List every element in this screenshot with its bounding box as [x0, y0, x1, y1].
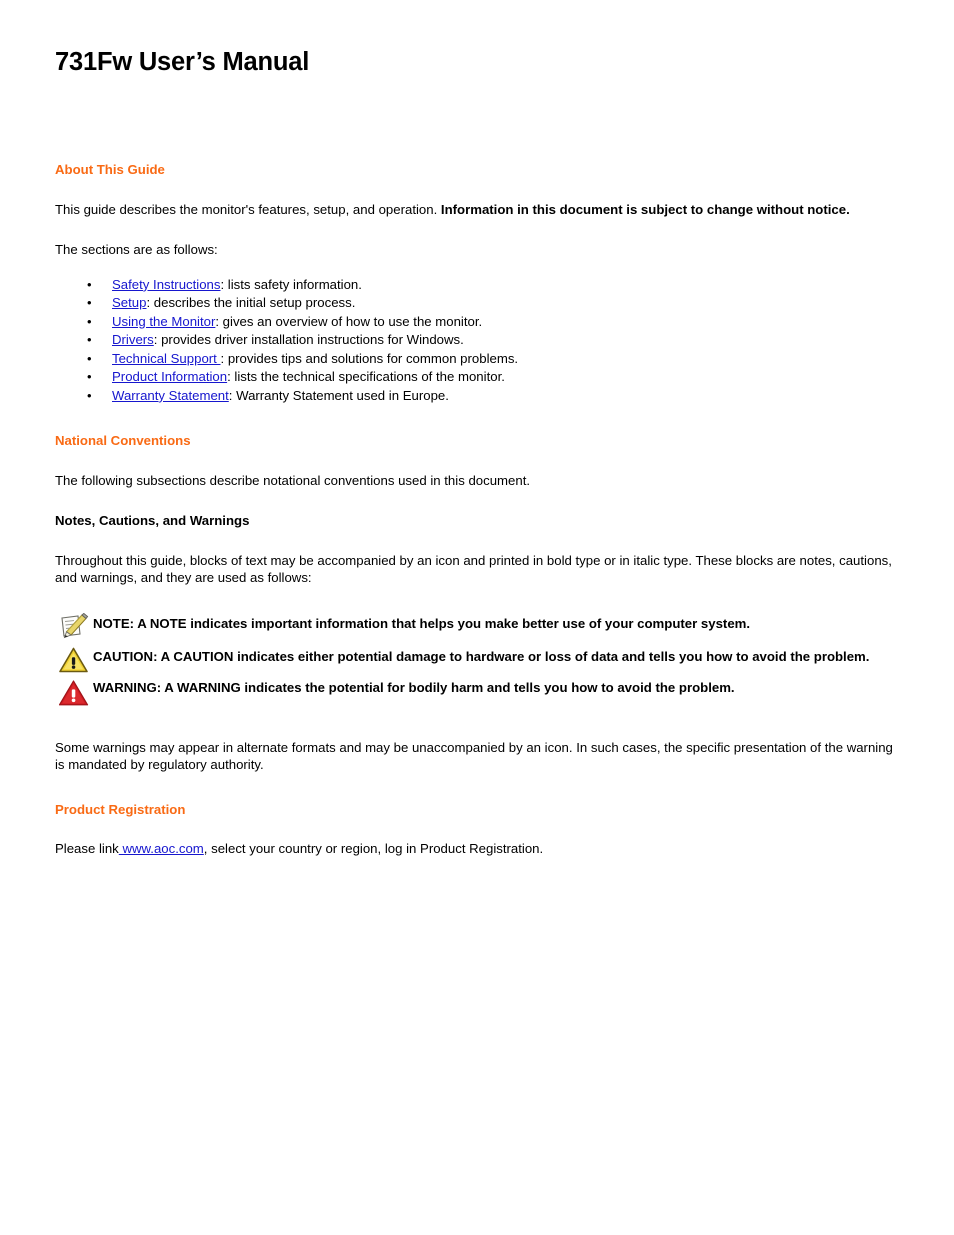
link-technical-support[interactable]: Technical Support: [112, 351, 221, 366]
list-item-text: : gives an overview of how to use the mo…: [215, 313, 483, 329]
list-item-text: : provides tips and solutions for common…: [220, 350, 519, 366]
list-item: • Safety Instructions: lists safety infor…: [87, 276, 900, 295]
link-safety-instructions[interactable]: Safety Instructions: [112, 277, 220, 292]
section-heading-national-conventions: National Conventions: [55, 433, 191, 449]
bullet-icon: •: [87, 313, 92, 329]
warning-triangle-icon: [58, 679, 89, 707]
notice-text-caution: CAUTION: A CAUTION indicates either pote…: [93, 648, 870, 664]
list-item-text: : provides driver installation instructi…: [153, 332, 464, 348]
bullet-icon: •: [87, 295, 92, 311]
link-setup[interactable]: Setup: [112, 295, 146, 310]
caution-triangle-icon: [59, 646, 89, 674]
document-content: 731Fw User’s Manual About This Guide Thi…: [55, 48, 900, 858]
link-product-information[interactable]: Product Information: [112, 369, 227, 384]
national-conventions-intro: The following subsections describe notat…: [55, 473, 531, 489]
warnings-closing-paragraph: Some warnings may appear in alternate fo…: [55, 739, 893, 772]
notice-row-warning: WARNING: A WARNING indicates the potenti…: [55, 679, 900, 707]
list-item: • Technical Support : provides tips and s…: [87, 350, 900, 369]
list-item-text: : Warranty Statement used in Europe.: [228, 387, 449, 403]
bullet-icon: •: [87, 332, 92, 348]
sections-lead-paragraph: The sections are as follows:: [55, 242, 218, 258]
link-using-the-monitor[interactable]: Using the Monitor: [112, 314, 215, 329]
bullet-icon: •: [87, 387, 92, 403]
list-item-text: : lists the technical specifications of …: [227, 369, 505, 385]
document-page: 731Fw User’s Manual About This Guide Thi…: [0, 0, 954, 1235]
bullet-icon: •: [87, 350, 92, 366]
notice-text-warning: WARNING: A WARNING indicates the potenti…: [93, 679, 735, 695]
notes-cautions-warnings-body: Throughout this guide, blocks of text ma…: [55, 553, 892, 585]
list-item: • Warranty Statement: Warranty Statement …: [87, 387, 900, 406]
product-registration-prefix: Please link: [55, 841, 119, 857]
bullet-icon: •: [87, 369, 92, 385]
section-heading-product-registration: Product Registration: [55, 801, 186, 817]
notice-text-note: NOTE: A NOTE indicates important informa…: [93, 615, 751, 631]
notice-row-caution: CAUTION: A CAUTION indicates either pote…: [55, 646, 900, 676]
section-heading-about-this-guide: About This Guide: [55, 162, 165, 178]
list-item: • Setup: describes the initial setup proc…: [87, 294, 900, 313]
list-item-text: : lists safety information.: [220, 276, 362, 292]
section-link-list: • Safety Instructions: lists safety infor…: [55, 276, 900, 406]
note-pencil-icon: [59, 612, 89, 641]
list-item: • Product Information: lists the technica…: [87, 368, 900, 387]
notice-list: NOTE: A NOTE indicates important informa…: [55, 612, 900, 707]
link-warranty-statement[interactable]: Warranty Statement: [112, 388, 229, 403]
product-registration-suffix: , select your country or region, log in …: [203, 841, 544, 857]
bullet-icon: •: [87, 276, 92, 292]
page-title: 731Fw User’s Manual: [55, 48, 310, 76]
sub-heading-notes-cautions-warnings: Notes, Cautions, and Warnings: [55, 513, 250, 529]
link-aoc-website[interactable]: www.aoc.com: [119, 841, 203, 856]
list-item-text: : describes the initial setup process.: [146, 295, 356, 311]
notice-row-note: NOTE: A NOTE indicates important informa…: [55, 612, 900, 643]
about-intro-bold: Information in this document is subject …: [440, 202, 850, 218]
about-intro-normal: This guide describes the monitor's featu…: [55, 202, 441, 218]
product-registration-paragraph: Please link www.aoc.com, select your cou…: [55, 841, 900, 858]
link-drivers[interactable]: Drivers: [112, 332, 154, 347]
about-intro-paragraph: This guide describes the monitor's featu…: [55, 202, 900, 219]
list-item: • Drivers: provides driver installation i…: [87, 331, 900, 350]
list-item: • Using the Monitor: gives an overview of…: [87, 313, 900, 332]
